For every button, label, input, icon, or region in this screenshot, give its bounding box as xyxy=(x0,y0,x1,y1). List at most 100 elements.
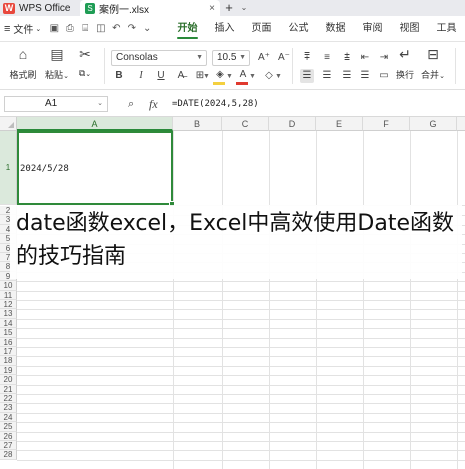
tab-formulas[interactable]: 公式 xyxy=(280,16,317,42)
tab-review[interactable]: 审阅 xyxy=(354,16,391,42)
formula-input[interactable]: =DATE(2024,5,28) xyxy=(172,96,259,112)
menu-row: ≡ 文件 ⌄ ▣ ⎙ ⌸ ◫ ↶ ↷ ⌄ 开始 插入 页面 公式 数据 审阅 视… xyxy=(0,16,465,42)
italic-icon[interactable]: I xyxy=(134,69,148,83)
indent-decrease-icon[interactable]: ⇤ xyxy=(358,51,372,65)
zoom-search-icon[interactable]: ⌕ xyxy=(128,96,134,112)
row-header[interactable]: 12 xyxy=(0,300,17,310)
wps-home-tab[interactable]: W WPS Office xyxy=(0,0,80,16)
row-header[interactable]: 15 xyxy=(0,328,17,338)
menu-tabs: 开始 插入 页面 公式 数据 审阅 视图 工具 xyxy=(169,16,465,42)
row-header[interactable]: 10 xyxy=(0,281,17,291)
row-header[interactable]: 26 xyxy=(0,431,17,441)
save-icon[interactable]: ▣ xyxy=(47,23,62,34)
column-header-c[interactable]: C xyxy=(222,117,269,131)
quick-access-dropdown-icon[interactable]: ⌄ xyxy=(140,23,155,34)
undo-icon[interactable]: ↶ xyxy=(109,23,124,34)
column-header-b[interactable]: B xyxy=(173,117,222,131)
column-header-a[interactable]: A xyxy=(17,117,173,131)
grid-line xyxy=(17,375,465,377)
column-header-f[interactable]: F xyxy=(363,117,410,131)
column-header-g[interactable]: G xyxy=(410,117,457,131)
cell-a1-value: 2024/5/28 xyxy=(20,164,69,174)
align-right-icon[interactable]: ☰ xyxy=(340,69,354,83)
row-header[interactable]: 22 xyxy=(0,394,17,404)
file-menu-button[interactable]: ≡ 文件 ⌄ xyxy=(0,21,47,37)
row-header[interactable]: 23 xyxy=(0,403,17,413)
tab-data[interactable]: 数据 xyxy=(317,16,354,42)
tab-insert[interactable]: 插入 xyxy=(206,16,243,42)
underline-icon[interactable]: U xyxy=(154,69,168,83)
row-header[interactable]: 1 xyxy=(0,131,17,205)
tab-home[interactable]: 开始 xyxy=(169,16,206,42)
format-painter-button[interactable]: ⌂ 格式刷 xyxy=(6,45,40,81)
file-tab-label: 案例一.xlsx xyxy=(99,4,149,16)
chevron-down-icon[interactable]: ▼ xyxy=(275,73,282,80)
decrease-font-size-icon[interactable]: A⁻ xyxy=(276,51,292,65)
grid-line xyxy=(17,394,465,395)
grid-line xyxy=(17,384,465,386)
clear-format-icon[interactable]: ◇ xyxy=(262,69,276,83)
chevron-down-icon[interactable]: ▼ xyxy=(249,73,256,80)
align-middle-icon[interactable]: ≡ xyxy=(320,51,334,65)
new-tab-icon[interactable]: + xyxy=(220,0,238,16)
file-tab[interactable]: S 案例一.xlsx × xyxy=(80,0,220,16)
row-header[interactable]: 27 xyxy=(0,441,17,451)
tab-page[interactable]: 页面 xyxy=(243,16,280,42)
print-icon[interactable]: ⌸ xyxy=(78,23,93,34)
justify-icon[interactable]: ☰ xyxy=(358,69,372,83)
cut-button[interactable]: ✂ ⧉⌄ xyxy=(68,45,102,79)
font-color-icon[interactable]: A xyxy=(236,68,250,82)
grid-line xyxy=(17,328,465,330)
name-box[interactable]: A1 ⌄ xyxy=(4,96,108,112)
insert-function-icon[interactable]: fx xyxy=(149,96,158,112)
export-pdf-icon[interactable]: ⎙ xyxy=(62,23,77,34)
column-header-partial[interactable] xyxy=(457,117,465,131)
select-all-corner[interactable] xyxy=(0,117,17,131)
bold-icon[interactable]: B xyxy=(112,69,126,83)
file-menu-label: 文件 xyxy=(13,25,34,36)
row-header[interactable]: 21 xyxy=(0,384,17,394)
row-header[interactable]: 14 xyxy=(0,318,17,329)
chevron-down-icon[interactable]: ▼ xyxy=(226,73,233,80)
tab-view[interactable]: 视图 xyxy=(391,16,428,42)
grid-line xyxy=(17,337,465,339)
redo-icon[interactable]: ↷ xyxy=(124,23,139,34)
row-header[interactable]: 16 xyxy=(0,337,17,347)
chevron-down-icon: ⌄ xyxy=(97,100,103,107)
column-header-e[interactable]: E xyxy=(316,117,363,131)
align-center-icon[interactable]: ☰ xyxy=(320,69,334,83)
spreadsheet-file-icon: S xyxy=(85,2,95,14)
chevron-down-icon[interactable]: ▼ xyxy=(203,73,210,80)
fill-color-swatch xyxy=(213,82,225,85)
align-top-icon[interactable]: ⩱ xyxy=(300,51,314,65)
format-painter-icon: ⌂ xyxy=(18,46,28,62)
grid-line xyxy=(17,281,465,283)
grid-line xyxy=(17,318,465,320)
copy-icon[interactable]: ⧉⌄ xyxy=(68,68,102,79)
row-header[interactable]: 11 xyxy=(0,290,17,300)
strikethrough-icon[interactable]: A̶ xyxy=(174,69,188,83)
fill-color-icon[interactable]: ◈ xyxy=(213,68,227,82)
align-bottom-icon[interactable]: ⩲ xyxy=(340,51,354,65)
print-preview-icon[interactable]: ◫ xyxy=(93,23,108,34)
increase-font-size-icon[interactable]: A⁺ xyxy=(256,51,272,65)
grid-line xyxy=(17,290,465,292)
row-header[interactable]: 18 xyxy=(0,356,17,366)
font-size-select[interactable]: 10.5 ▼ xyxy=(212,50,250,66)
row-header[interactable]: 20 xyxy=(0,375,17,385)
row-header[interactable]: 28 xyxy=(0,450,17,460)
row-header[interactable]: 17 xyxy=(0,347,17,357)
row-header[interactable]: 25 xyxy=(0,422,17,432)
grid-line xyxy=(17,422,465,424)
name-box-value: A1 xyxy=(45,98,58,109)
row-header[interactable]: 24 xyxy=(0,412,17,423)
row-header[interactable]: 13 xyxy=(0,309,17,319)
tab-tools[interactable]: 工具 xyxy=(428,16,465,42)
close-tab-icon[interactable]: × xyxy=(209,3,215,14)
row-header[interactable]: 19 xyxy=(0,365,17,376)
tab-list-chevron-icon[interactable]: ⌄ xyxy=(238,0,250,16)
align-left-icon[interactable]: ☰ xyxy=(300,69,314,83)
font-name-select[interactable]: Consolas ▼ xyxy=(111,50,207,66)
column-header-d[interactable]: D xyxy=(269,117,316,131)
merge-cells-button[interactable]: ⊟ 合并⌄ xyxy=(416,45,450,81)
